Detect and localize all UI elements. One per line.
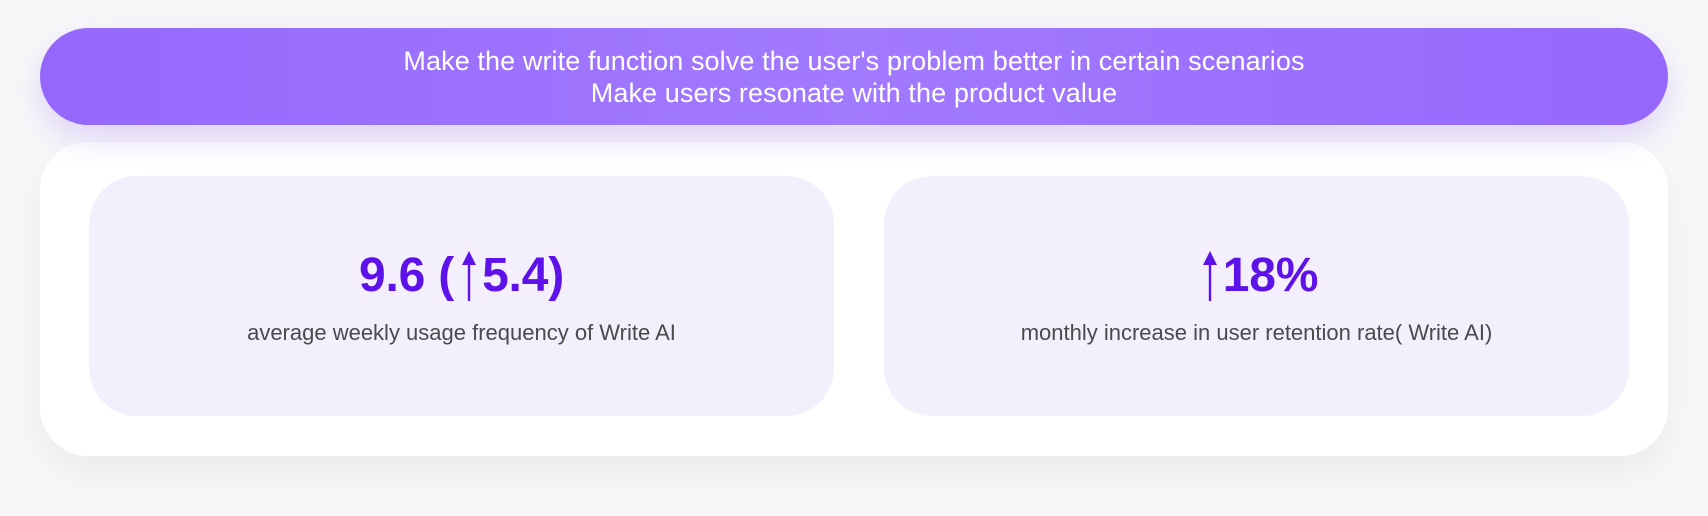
arrow-up-icon bbox=[460, 249, 478, 303]
metric-caption-retention: monthly increase in user retention rate(… bbox=[1020, 320, 1493, 345]
page: Make the write function solve the user's… bbox=[0, 0, 1708, 516]
metrics-panel: 9.6 ( 5.4) average weekly usage frequenc… bbox=[40, 142, 1668, 456]
headline-line-2: Make users resonate with the product val… bbox=[590, 77, 1118, 108]
metric-caption-weekly-usage: average weekly usage frequency of Write … bbox=[247, 320, 676, 345]
arrow-up-icon bbox=[1201, 249, 1219, 303]
metric-value-delta: 5.4) bbox=[482, 249, 564, 302]
metric-value-percentage: 18% bbox=[1222, 249, 1319, 302]
metric-value-weekly-usage: 9.6 ( 5.4) bbox=[359, 247, 564, 305]
headline-line-1: Make the write function solve the user's… bbox=[403, 45, 1305, 76]
metric-value-prefix: 9.6 ( bbox=[359, 249, 455, 302]
metric-value-retention: 18% bbox=[1195, 247, 1318, 305]
metric-card-retention: 18% monthly increase in user retention r… bbox=[884, 176, 1629, 416]
headline-banner: Make the write function solve the user's… bbox=[40, 28, 1668, 125]
metric-card-weekly-usage: 9.6 ( 5.4) average weekly usage frequenc… bbox=[89, 176, 834, 416]
